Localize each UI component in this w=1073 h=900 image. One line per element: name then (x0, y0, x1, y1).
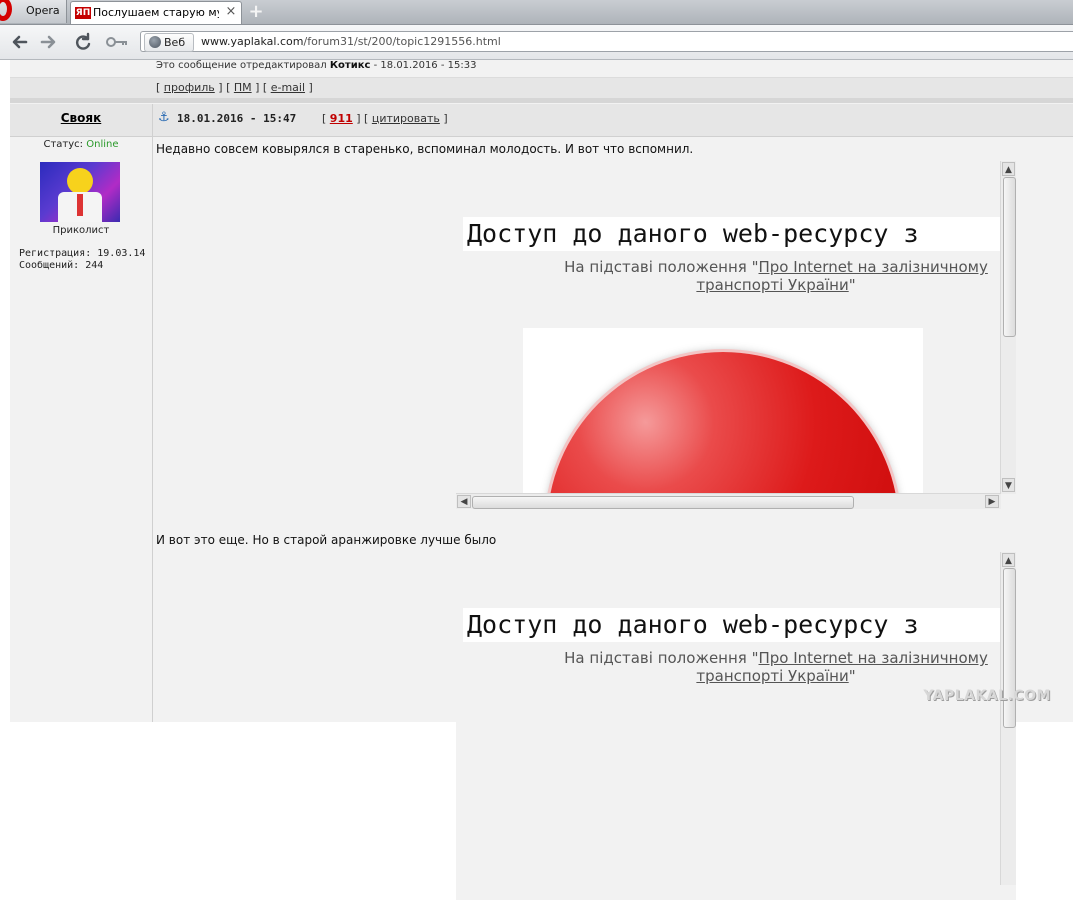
vertical-scrollbar-2[interactable]: ▲ (1000, 552, 1016, 885)
blocked-title-2: Доступ до даного web-ресурсу з (463, 608, 1001, 642)
post-body: Недавно совсем ковырялся в старенько, вс… (153, 137, 1073, 900)
law-link-2a[interactable]: Про Internet на залізничному (759, 649, 988, 667)
vertical-scrollbar-1[interactable]: ▲ ▼ (1000, 161, 1016, 494)
horizontal-scrollbar-1[interactable]: ◀ ▶ (456, 493, 1001, 509)
yaplakal-watermark: YAPLAKAL.COM (923, 688, 1051, 704)
web-badge-button[interactable]: Веб (144, 33, 194, 52)
tab-yaplakal[interactable]: ЯП Послушаем старую муз... × (70, 1, 242, 24)
tab-title: Послушаем старую муз... (93, 6, 219, 19)
law-link-1a[interactable]: Про Internet на залізничному (759, 258, 988, 276)
user-info-panel: Статус: Online Приколист Регистрация: 19… (10, 137, 152, 722)
blocked-subtitle-1: На підставі положення "Про Internet на з… (564, 258, 988, 294)
post-separator (10, 98, 1073, 103)
edit-note: Это сообщение отредактировал Котикс - 18… (156, 60, 476, 72)
avatar (40, 162, 120, 222)
user-status: Статус: Online (10, 139, 152, 150)
status-value: Online (86, 139, 119, 150)
opera-menu-label: Opera (26, 4, 60, 17)
post-text-1: Недавно совсем ковырялся в старенько, вс… (156, 142, 694, 156)
scroll-up-icon[interactable]: ▲ (1002, 162, 1015, 176)
scroll-thumb-h[interactable] (472, 496, 854, 509)
new-tab-button[interactable]: + (246, 2, 266, 22)
blocked-subtitle-2: На підставі положення "Про Internet на з… (564, 649, 988, 685)
opera-menu-button[interactable]: Opera (0, 0, 67, 23)
scroll-right-icon[interactable]: ▶ (985, 495, 999, 508)
prev-post-links-row: [ профиль ] [ ПМ ] [ e-mail ] (10, 77, 1073, 98)
post-date: 18.01.2016 - 15:47 (177, 112, 297, 125)
back-icon[interactable] (8, 31, 30, 53)
user-message-count: Сообщений: 244 (19, 260, 104, 271)
prev-post-links: [ профиль ] [ ПМ ] [ e-mail ] (156, 81, 313, 94)
stop-image-1 (523, 328, 923, 494)
post-text-2: И вот это еще. Но в старой аранжировке л… (156, 533, 497, 547)
embedded-frame-1[interactable]: Доступ до даного web-ресурсу з На підста… (456, 161, 1016, 509)
forum-post-area: Это сообщение отредактировал Котикс - 18… (10, 60, 1073, 900)
status-label: Статус: (43, 139, 84, 150)
anchor-icon[interactable]: ⚓ (158, 110, 170, 125)
user-rank: Приколист (52, 225, 110, 236)
user-registration: Регистрация: 19.03.14 (19, 248, 146, 259)
url-path: /forum31/st/200/topic1291556.html (303, 35, 501, 48)
law-link-1b[interactable]: транспорті України (696, 276, 848, 294)
edit-note-author: Котикс (329, 60, 371, 71)
address-bar[interactable]: Веб www.yaplakal.com/forum31/st/200/topi… (140, 31, 1073, 52)
user-stats: Регистрация: 19.03.14 Сообщений: 244 (19, 248, 145, 272)
post-header: Свояк ⚓ 18.01.2016 - 15:47 [ 911 ] [ цит… (10, 104, 1073, 137)
url-domain: www.yaplakal.com (201, 35, 304, 48)
embedded-frame-2[interactable]: Доступ до даного web-ресурсу з На підста… (456, 552, 1016, 900)
scroll-down-icon[interactable]: ▼ (1002, 478, 1015, 492)
url-text[interactable]: www.yaplakal.com/forum31/st/200/topic129… (201, 35, 501, 48)
yaplakal-favicon-icon: ЯП (75, 7, 91, 19)
blocked-title-1: Доступ до даного web-ресурсу з (463, 217, 1001, 251)
scroll-thumb-v[interactable] (1003, 568, 1016, 728)
scroll-left-icon[interactable]: ◀ (457, 495, 471, 508)
law-link-2b[interactable]: транспорті України (696, 667, 848, 685)
post-actions: [ 911 ] [ цитировать ] (322, 112, 448, 125)
globe-icon (149, 36, 161, 48)
page-content: Это сообщение отредактировал Котикс - 18… (0, 60, 1073, 900)
post-rating-link[interactable]: 911 (330, 112, 353, 125)
web-badge-label: Веб (164, 36, 186, 49)
scroll-thumb-v[interactable] (1003, 177, 1016, 337)
forward-icon[interactable] (38, 31, 60, 53)
key-icon[interactable] (104, 31, 130, 53)
edit-note-date: - 18.01.2016 - 15:33 (373, 60, 477, 71)
embed-viewport-2: Доступ до даного web-ресурсу з На підста… (456, 552, 1001, 885)
opera-icon (0, 0, 12, 21)
post-author-link[interactable]: Свояк (10, 111, 152, 125)
quote-link[interactable]: цитировать (372, 112, 440, 125)
email-link[interactable]: e-mail (271, 81, 305, 94)
browser-nav-bar: Веб www.yaplakal.com/forum31/st/200/topi… (0, 25, 1073, 60)
pm-link[interactable]: ПМ (234, 81, 252, 94)
browser-tab-bar: Opera ЯП Послушаем старую муз... × + (0, 0, 1073, 25)
profile-link[interactable]: профиль (164, 81, 215, 94)
red-stop-icon (547, 352, 899, 494)
edit-note-prefix: Это сообщение отредактировал (156, 60, 327, 71)
reload-icon[interactable] (72, 31, 94, 53)
embed-viewport-1: Доступ до даного web-ресурсу з На підста… (456, 161, 1001, 494)
close-icon[interactable]: × (225, 5, 237, 18)
scroll-up-icon[interactable]: ▲ (1002, 553, 1015, 567)
